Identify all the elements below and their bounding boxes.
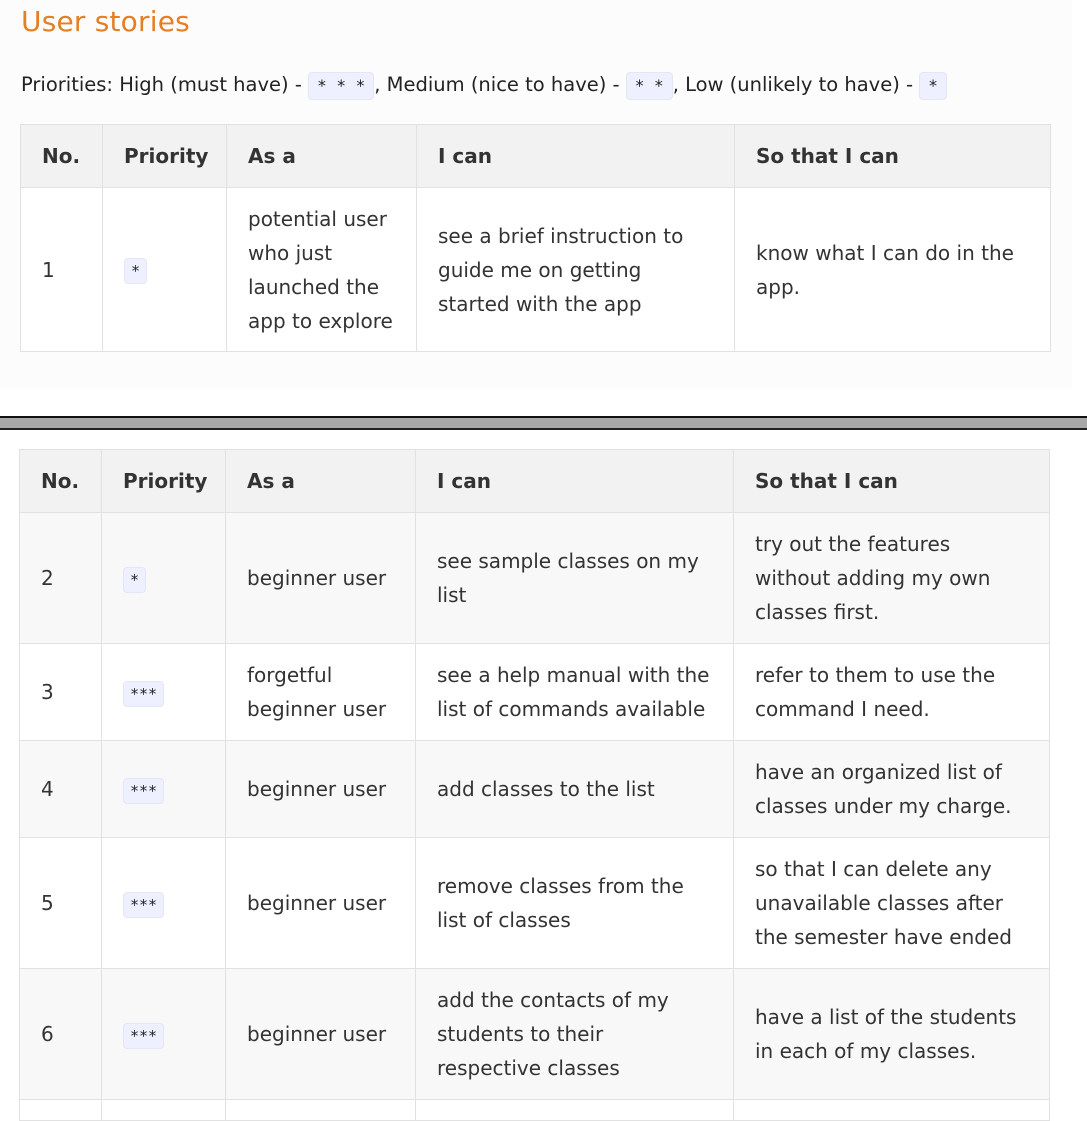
- cell-i-can: add the contacts of my students to their…: [415, 968, 734, 1100]
- priority-code: *: [124, 258, 148, 284]
- priorities-medium-text: , Medium (nice to have) -: [374, 73, 626, 96]
- cell-priority: ***: [101, 837, 226, 969]
- cell-i-can: see a brief instruction to guide me on g…: [416, 187, 735, 352]
- priorities-legend: Priorities: High (must have) - * * *, Me…: [21, 70, 947, 100]
- cell-i-can: see a help manual with the list of comma…: [415, 643, 734, 741]
- priority-code: ***: [123, 1022, 165, 1049]
- header-so-that: So that I can: [734, 124, 1051, 188]
- window-divider-bottom: [0, 428, 1087, 430]
- table-row: 4 *** beginner user add classes to the l…: [19, 740, 1050, 838]
- cell-empty: [225, 1099, 416, 1121]
- table-row: 6 *** beginner user add the contacts of …: [19, 968, 1050, 1100]
- cell-i-can: remove classes from the list of classes: [415, 837, 734, 969]
- header-priority: Priority: [101, 449, 226, 513]
- cell-as-a: beginner user: [225, 740, 416, 838]
- window-divider-band: [0, 418, 1087, 428]
- cell-so-that: refer to them to use the command I need.: [733, 643, 1050, 741]
- table-header-row: No. Priority As a I can So that I can: [19, 449, 1050, 513]
- cell-so-that: know what I can do in the app.: [734, 187, 1051, 352]
- priority-low-code: *: [919, 71, 947, 100]
- header-so-that: So that I can: [733, 449, 1050, 513]
- cell-priority: *: [102, 187, 227, 352]
- cell-i-can: add classes to the list: [415, 740, 734, 838]
- cell-empty: [733, 1099, 1050, 1121]
- cell-as-a: potential user who just launched the app…: [226, 187, 417, 352]
- cell-priority: ***: [101, 643, 226, 741]
- cell-priority: *: [101, 512, 226, 644]
- cell-empty: [415, 1099, 734, 1121]
- cell-so-that: so that I can delete any unavailable cla…: [733, 837, 1050, 969]
- table-row: 5 *** beginner user remove classes from …: [19, 837, 1050, 969]
- header-priority: Priority: [102, 124, 227, 188]
- priority-code: ***: [123, 777, 165, 804]
- user-stories-table-bottom: No. Priority As a I can So that I can 2 …: [19, 449, 1050, 1121]
- cell-no: 6: [19, 968, 102, 1100]
- user-stories-table-top: No. Priority As a I can So that I can 1 …: [20, 124, 1051, 352]
- table-row: 2 * beginner user see sample classes on …: [19, 512, 1050, 644]
- cell-no: 2: [19, 512, 102, 644]
- priority-code: ***: [123, 680, 165, 707]
- cell-so-that: have an organized list of classes under …: [733, 740, 1050, 838]
- cell-empty: [101, 1099, 226, 1121]
- header-no: No.: [20, 124, 103, 188]
- cell-no: 1: [20, 187, 103, 352]
- priority-medium-code: * *: [625, 71, 673, 100]
- cell-i-can: see sample classes on my list: [415, 512, 734, 644]
- cell-no: 5: [19, 837, 102, 969]
- cell-so-that: try out the features without adding my o…: [733, 512, 1050, 644]
- header-no: No.: [19, 449, 102, 513]
- priorities-prefix: Priorities: High (must have) -: [21, 73, 309, 96]
- priority-code: ***: [123, 891, 165, 918]
- cell-as-a: beginner user: [225, 837, 416, 969]
- table-row-partial: [19, 1099, 1050, 1121]
- header-i-can: I can: [415, 449, 734, 513]
- header-as-a: As a: [226, 124, 417, 188]
- priority-high-code: * * *: [308, 71, 375, 100]
- cell-as-a: forgetful beginner user: [225, 643, 416, 741]
- cell-no: 4: [19, 740, 102, 838]
- page-title: User stories: [21, 5, 190, 38]
- cell-as-a: beginner user: [225, 968, 416, 1100]
- table-header-row: No. Priority As a I can So that I can: [20, 124, 1051, 188]
- table-row: 1 * potential user who just launched the…: [20, 187, 1051, 352]
- table-row: 3 *** forgetful beginner user see a help…: [19, 643, 1050, 741]
- cell-priority: ***: [101, 740, 226, 838]
- header-as-a: As a: [225, 449, 416, 513]
- cell-no: 3: [19, 643, 102, 741]
- cell-so-that: have a list of the students in each of m…: [733, 968, 1050, 1100]
- priorities-low-text: , Low (unlikely to have) -: [672, 73, 920, 96]
- priority-code: *: [123, 566, 147, 593]
- cell-as-a: beginner user: [225, 512, 416, 644]
- cell-priority: ***: [101, 968, 226, 1100]
- header-i-can: I can: [416, 124, 735, 188]
- cell-empty: [19, 1099, 102, 1121]
